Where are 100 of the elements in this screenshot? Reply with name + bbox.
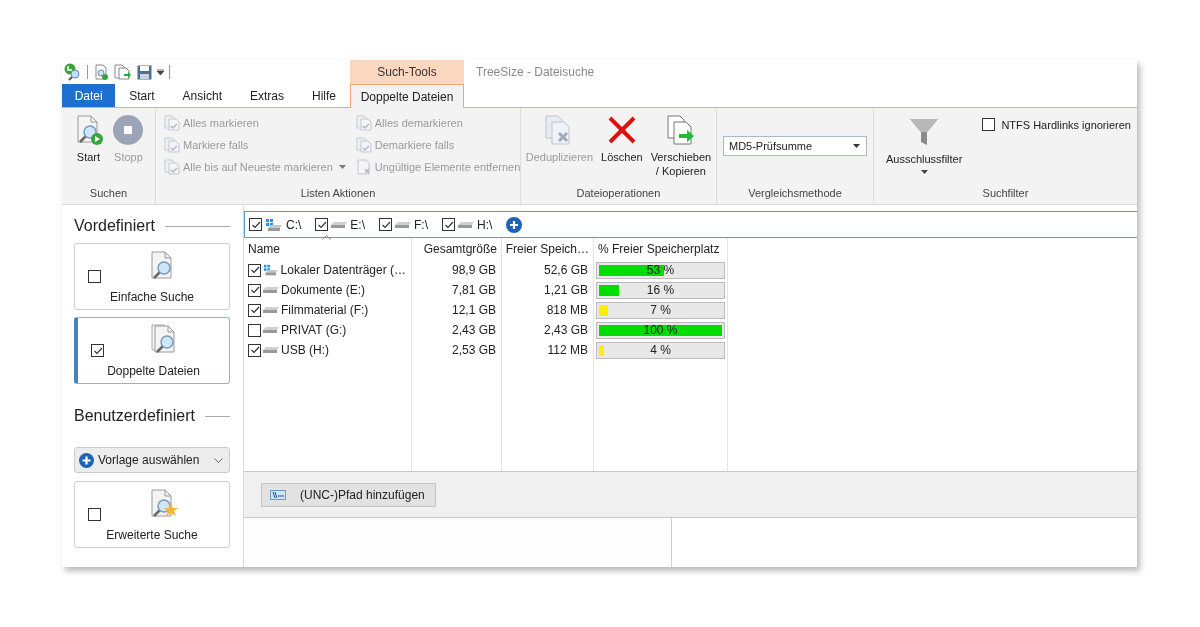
- file-tab[interactable]: Datei: [62, 84, 116, 107]
- column-header[interactable]: Freier Speich…: [505, 242, 589, 256]
- drive-icon: [263, 287, 279, 293]
- percent-label: 53 %: [645, 262, 676, 278]
- caret-icon: [852, 144, 860, 148]
- drive-icon: [395, 221, 411, 228]
- column-header[interactable]: % Freier Speicherplatz: [598, 242, 720, 256]
- percent-label: 7 %: [649, 302, 672, 318]
- group-label: Suchfilter: [981, 186, 1030, 201]
- caret-icon: [338, 165, 346, 169]
- sort-caret-icon: [322, 235, 331, 240]
- group-label: Suchen: [88, 186, 129, 201]
- drive-icon: [263, 347, 279, 353]
- ribbon-button[interactable]: Verschieben / Kopieren: [648, 112, 714, 180]
- drive-label: F:\: [414, 217, 428, 232]
- documents-arrow-icon[interactable]: [114, 64, 132, 80]
- add-path-button[interactable]: (UNC-)Pfad hinzufügen: [261, 482, 436, 507]
- group-label: Vergleichsmethode: [747, 186, 843, 201]
- documents-check-icon: [163, 115, 180, 131]
- chevron-icon: [214, 457, 223, 463]
- comparison-dropdown[interactable]: MD5-Prüfsumme: [722, 136, 867, 156]
- checkmark-icon: [249, 345, 260, 355]
- template-dropdown[interactable]: Vorlage auswählen: [74, 447, 230, 473]
- search-type-card[interactable]: Einfache Suche: [74, 243, 230, 310]
- table-cell: 52,6 GB: [543, 263, 588, 277]
- checkbox[interactable]: [248, 283, 261, 297]
- checkmark-icon: [249, 305, 260, 315]
- table-cell: 7,81 GB: [451, 283, 496, 297]
- save-icon[interactable]: [137, 64, 152, 80]
- network-path-icon: [270, 489, 286, 500]
- caret-icon[interactable]: [157, 69, 164, 75]
- column-header[interactable]: Gesamtgröße: [423, 242, 497, 256]
- plus-icon: [79, 452, 94, 468]
- group-label: Listen Aktionen: [299, 186, 377, 201]
- checkmark-icon: [443, 219, 454, 230]
- windows-drive-icon: [265, 217, 283, 232]
- checkbox[interactable]: [248, 323, 261, 337]
- stop-icon: [112, 114, 145, 146]
- window-title: TreeSize - Dateisuche: [475, 64, 596, 81]
- documents-check-icon: [355, 115, 372, 131]
- drive-icon: [263, 307, 279, 313]
- table-cell: Filmmaterial (F:): [281, 303, 369, 317]
- contextual-tab-label: Such-Tools: [350, 60, 464, 84]
- table-cell: 112 MB: [547, 343, 588, 357]
- table-cell: 12,1 GB: [451, 303, 496, 317]
- search-type-card[interactable]: Doppelte Dateien: [74, 317, 230, 384]
- ribbon-tab[interactable]: Start: [115, 84, 169, 107]
- search-type-card[interactable]: Erweiterte Suche: [74, 481, 230, 548]
- caret-icon: [920, 170, 928, 174]
- section-heading: Vordefiniert: [74, 217, 155, 235]
- drive-label: E:\: [350, 217, 365, 232]
- ribbon-tab[interactable]: Hilfe: [298, 84, 350, 107]
- table-cell: USB (H:): [281, 343, 329, 357]
- group-label: Dateioperationen: [575, 186, 662, 201]
- checkbox[interactable]: [91, 344, 104, 357]
- checkbox[interactable]: [982, 118, 996, 131]
- plus-icon[interactable]: [506, 216, 523, 233]
- table-cell: 818 MB: [546, 303, 588, 317]
- drive-icon: [458, 221, 474, 228]
- checkmark-icon: [380, 219, 391, 230]
- checkbox[interactable]: [248, 263, 261, 277]
- table-cell: Dokumente (E:): [281, 283, 366, 297]
- documents-check-icon: [355, 137, 372, 153]
- checkbox[interactable]: [248, 343, 261, 357]
- ribbon-tab[interactable]: Ansicht: [168, 84, 236, 107]
- table-cell: Lokaler Datenträger (…: [280, 263, 406, 277]
- percent-label: 16 %: [645, 282, 676, 298]
- drive-icon: [263, 327, 279, 333]
- document-search-icon[interactable]: [93, 64, 109, 80]
- checkbox[interactable]: [88, 270, 101, 283]
- table-cell: 98,9 GB: [451, 263, 496, 277]
- column-header[interactable]: Name: [248, 242, 280, 256]
- document-cross-icon: [355, 159, 372, 175]
- checkbox[interactable]: [248, 303, 261, 317]
- percent-label: 100 %: [642, 322, 679, 338]
- checkmark-icon: [249, 265, 260, 275]
- checkbox[interactable]: [379, 218, 392, 231]
- checkmark-icon: [249, 285, 260, 295]
- checkbox[interactable]: [315, 218, 329, 231]
- ribbon-tab[interactable]: Extras: [235, 84, 298, 107]
- checkmark-icon: [92, 345, 103, 356]
- table-cell: 1,21 GB: [543, 283, 588, 297]
- checkbox[interactable]: [88, 508, 101, 521]
- checkmark-icon: [316, 219, 327, 230]
- table-cell: PRIVAT (G:): [281, 323, 347, 337]
- ribbon-button[interactable]: Start: [70, 112, 107, 166]
- percent-label: 4 %: [649, 342, 672, 358]
- drive-label: H:\: [477, 217, 493, 232]
- drive-label: C:\: [286, 217, 302, 232]
- checkbox[interactable]: [442, 218, 455, 231]
- drive-icon: [331, 221, 348, 228]
- checkbox-label: NTFS Hardlinks ignorieren: [1001, 118, 1131, 131]
- section-heading: Benutzerdefiniert: [74, 407, 195, 425]
- checkbox[interactable]: [249, 218, 262, 231]
- ribbon-button[interactable]: Ausschlussfilter: [883, 114, 965, 176]
- ribbon-tab[interactable]: Doppelte Dateien: [350, 84, 464, 108]
- table-cell: 2,43 GB: [543, 323, 588, 337]
- documents-check-icon: [163, 159, 180, 175]
- windows-drive-icon: [263, 263, 279, 277]
- ribbon-button[interactable]: Löschen: [599, 112, 645, 166]
